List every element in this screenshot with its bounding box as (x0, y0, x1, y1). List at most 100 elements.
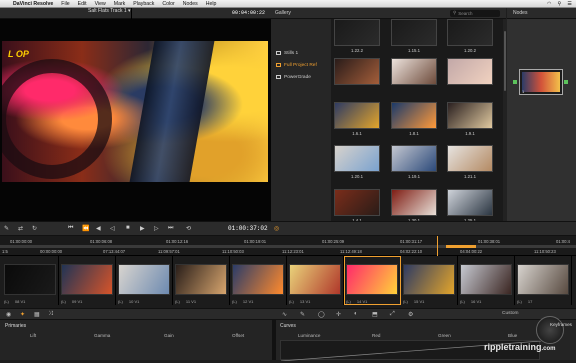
menu-help[interactable]: Help (206, 1, 217, 7)
timeline-clip[interactable]: (L) 13 V1 (287, 256, 344, 305)
clip-thumbnail (4, 264, 56, 295)
key-icon[interactable]: ⬒ (372, 311, 378, 318)
node-input-icon[interactable] (513, 80, 517, 84)
step-back-icon[interactable]: ◀ (96, 225, 101, 232)
gallery-still[interactable]: 1.20.2 (447, 19, 493, 57)
gallery-still[interactable]: 1.15.1 (391, 19, 437, 57)
ruler-time-label: 01:00:00:00 (10, 239, 33, 244)
wifi-icon[interactable]: ◠ (547, 1, 552, 7)
gallery-still[interactable]: 1.22.2 (334, 19, 380, 57)
album-full-project-ref[interactable]: Full Project Ref (271, 59, 331, 71)
sizing-icon[interactable]: ⤢ (390, 311, 395, 318)
motion-icon[interactable]: ⤨ (48, 311, 53, 318)
wand-icon[interactable]: ✎ (4, 225, 9, 232)
gallery-still[interactable]: 1.21.1 (447, 145, 493, 183)
menu-edit[interactable]: Edit (78, 1, 87, 7)
channel-red[interactable]: Red (372, 333, 380, 338)
menu-playback[interactable]: Playback (133, 1, 154, 7)
clip-source-timecode: 11:10:50:23 (534, 249, 556, 254)
gallery-search[interactable]: ⚲ Search (450, 9, 500, 17)
go-to-start-icon[interactable]: ⏮ (68, 225, 73, 232)
gallery-still[interactable]: 1.19.1 (391, 145, 437, 183)
album-stills-1[interactable]: Stills 1 (271, 47, 331, 59)
menu-color[interactable]: Color (162, 1, 174, 7)
gallery-still[interactable]: 1.20.1 (334, 145, 380, 183)
qualifier-icon[interactable]: ✎ (300, 311, 305, 318)
timeline-clip[interactable]: (L) 14 V1 (344, 256, 401, 305)
node-thumbnail (522, 72, 560, 92)
viewer[interactable]: L OP (0, 19, 271, 221)
curves-icon[interactable]: ∿ (282, 311, 287, 318)
timeline-ruler[interactable]: 01:00:00:00 01:00:06:08 01:00:12:16 01:00:1… (0, 236, 576, 256)
album-powergrade[interactable]: PowerGrade (271, 71, 331, 83)
still-label: 1.20.2 (464, 48, 476, 53)
timeline-clip[interactable]: (L) 12 V1 (230, 256, 287, 305)
menu-file[interactable]: File (61, 1, 69, 7)
menu-nodes[interactable]: Nodes (183, 1, 198, 7)
loop-icon[interactable]: ↻ (32, 225, 37, 232)
tracker-icon[interactable]: ✛ (336, 311, 341, 318)
timeline-clip[interactable]: (L) 09 V1 (59, 256, 116, 305)
clip-info: (L) 12 V1 (232, 299, 253, 304)
search-placeholder: Search (458, 10, 473, 16)
ripple-logo-icon (536, 316, 564, 344)
channel-green[interactable]: Green (438, 333, 451, 338)
gallery-header: Gallery ⚲ Search (271, 8, 506, 19)
blur-icon[interactable]: ◐ (354, 311, 358, 317)
gallery-still[interactable]: 1.8.1 (391, 102, 437, 140)
node-1[interactable]: 1 (519, 69, 563, 95)
timeline-clip[interactable]: (L) 17 (515, 256, 572, 305)
gallery-still[interactable]: 1.25.1 (447, 189, 493, 221)
gallery-still[interactable] (391, 58, 437, 96)
step-forward-icon[interactable]: ▷ (154, 225, 159, 232)
rgb-mixer-icon[interactable]: ▦ (34, 311, 40, 318)
ruler-time-label: 01:00:12:16 (166, 239, 189, 244)
stop-icon[interactable]: ■ (126, 225, 130, 231)
clip-info: (L) 08 V1 (4, 299, 25, 304)
still-thumbnail (334, 102, 380, 129)
node-output-icon[interactable] (564, 80, 568, 84)
gallery-still[interactable] (447, 58, 493, 96)
primaries-icon[interactable]: ✦ (20, 311, 25, 318)
split-icon[interactable]: ⇄ (18, 225, 23, 232)
playhead[interactable] (437, 236, 438, 256)
nodes-title: Nodes (513, 10, 528, 16)
still-label: 1.6.1 (352, 131, 362, 136)
scrollbar-thumb[interactable] (504, 31, 506, 91)
ruler-time-label: 01:00:25:09 (322, 239, 345, 244)
gallery-still[interactable]: 1.30.1 (391, 189, 437, 221)
timeline-clip[interactable]: (L) 11 V1 (173, 256, 230, 305)
curves-title: Curves (280, 323, 296, 329)
gallery-still[interactable]: 1.6.1 (334, 102, 380, 140)
gallery-still[interactable]: 1.9.1 (447, 102, 493, 140)
timeline-clip[interactable]: (L) 08 V1 (2, 256, 59, 305)
rewind-icon[interactable]: ⏪ (82, 225, 89, 232)
window-icon[interactable]: ◯ (318, 311, 325, 318)
stereo-icon[interactable]: ⚙ (408, 311, 413, 318)
node-editor[interactable]: 1 (507, 19, 576, 221)
gallery-albums: Stills 1 Full Project Ref PowerGrade (271, 19, 331, 221)
gallery-still[interactable] (334, 58, 380, 96)
timeline-clip[interactable]: (L) 15 V1 (401, 256, 458, 305)
loop-toggle-icon[interactable]: ⟲ (186, 225, 191, 232)
app-menu[interactable]: DaVinci Resolve (13, 1, 53, 7)
menu-view[interactable]: View (95, 1, 106, 7)
timeline-clip[interactable]: (L) 16 V1 (458, 256, 515, 305)
spotlight-icon[interactable]: ⚲ (558, 1, 562, 7)
clip-thumbnail (346, 264, 398, 295)
color-wheels-icon[interactable]: ◉ (6, 311, 11, 318)
list-icon[interactable]: ☰ (567, 1, 572, 7)
grab-still-icon[interactable]: ◎ (274, 225, 279, 232)
play-icon[interactable]: ▶ (140, 225, 145, 232)
current-clip-highlight (446, 245, 476, 248)
curves-custom-dropdown[interactable]: Custom (502, 311, 519, 316)
channel-luminance[interactable]: Luminance (298, 333, 320, 338)
menubar-status: ◠ ⚲ ☰ (547, 1, 572, 7)
gallery-still[interactable]: 1.4.1 (334, 189, 380, 221)
transport-timecode: 01:00:37:02 (228, 225, 268, 232)
still-thumbnail (334, 145, 380, 172)
menu-mark[interactable]: Mark (114, 1, 126, 7)
play-reverse-icon[interactable]: ◁ (110, 225, 115, 232)
go-to-end-icon[interactable]: ⏭ (168, 225, 173, 232)
timeline-clip[interactable]: (L) 10 V1 (116, 256, 173, 305)
